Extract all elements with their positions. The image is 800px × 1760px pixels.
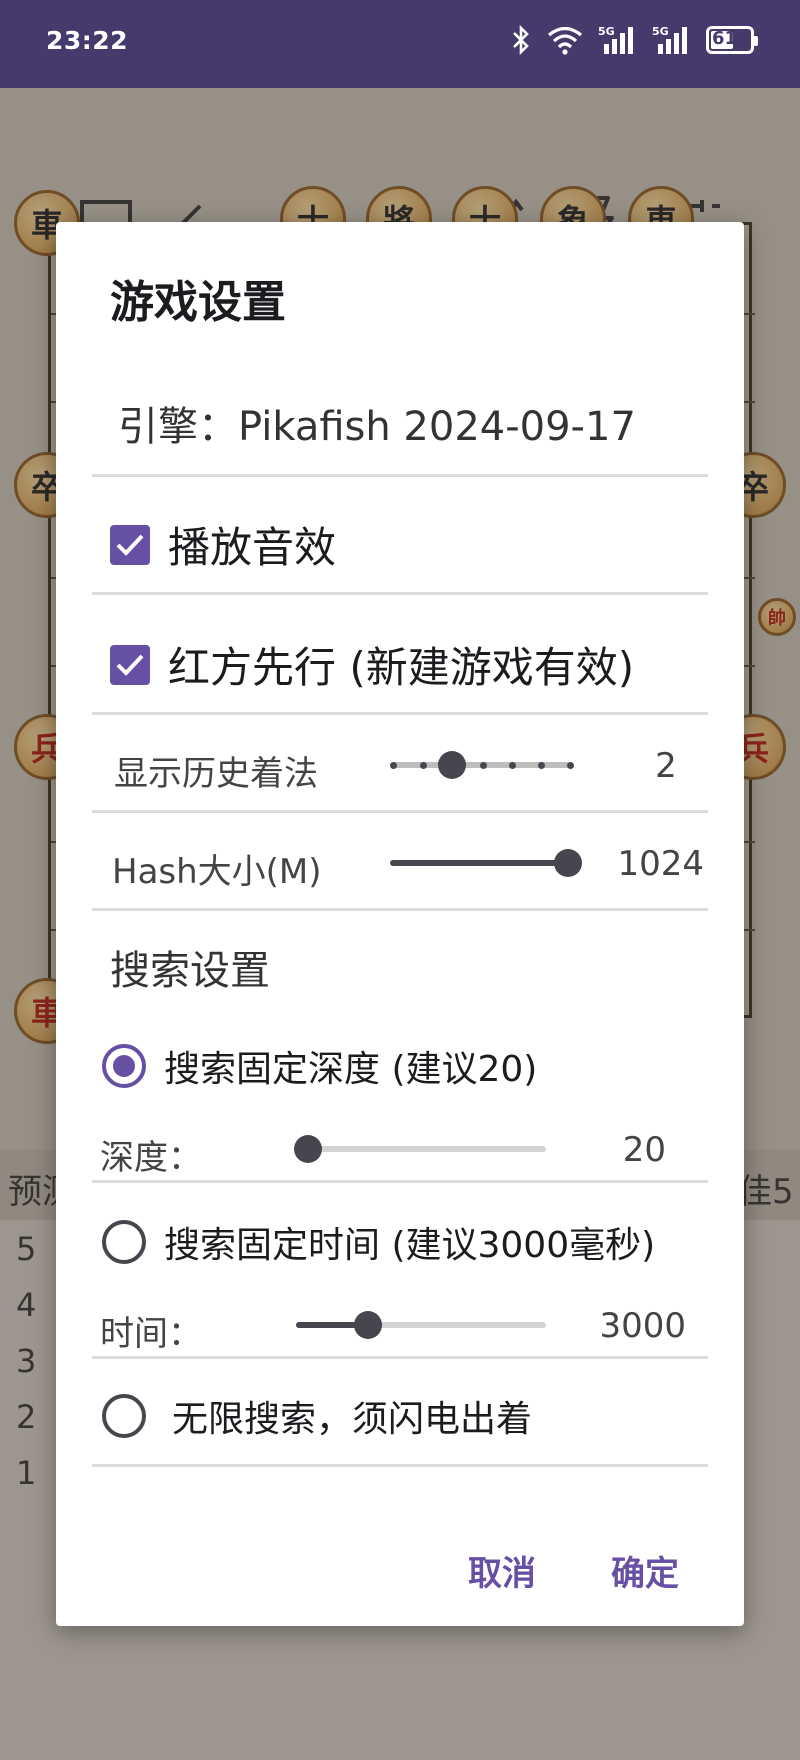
divider (92, 474, 708, 477)
status-bar: 23:22 5G 5G 61 (0, 0, 800, 88)
cancel-button[interactable]: 取消 (468, 1546, 536, 1595)
hash-slider-thumb[interactable] (554, 849, 582, 877)
depth-slider-value: 20 (622, 1130, 666, 1170)
radio-time-label: 搜索固定时间 (建议3000毫秒) (164, 1225, 656, 1266)
divider (92, 1464, 708, 1467)
radio-infinite-row[interactable]: 无限搜索，须闪电出着 (102, 1390, 532, 1442)
hash-slider-track[interactable] (390, 860, 570, 866)
depth-slider-label: 深度： (100, 1138, 202, 1178)
slider-tick (420, 762, 427, 769)
check-icon (116, 534, 144, 556)
radio-depth-label: 搜索固定深度 (建议20) (164, 1049, 538, 1090)
game-settings-dialog: 游戏设置 引擎：Pikafish 2024-09-17 播放音效 红方先行 (新… (56, 222, 744, 1626)
status-time: 23:22 (46, 26, 129, 55)
red-first-checkbox-row[interactable]: 红方先行 (新建游戏有效) (110, 634, 634, 695)
time-slider-thumb[interactable] (354, 1311, 382, 1339)
divider (92, 810, 708, 813)
history-slider-thumb[interactable] (438, 751, 466, 779)
radio-time-row[interactable]: 搜索固定时间 (建议3000毫秒) (102, 1216, 655, 1268)
time-slider-label: 时间： (100, 1314, 202, 1354)
5g-signal-icon: 5G (598, 25, 633, 54)
radio-infinite-label: 无限搜索，须闪电出着 (172, 1399, 533, 1440)
sound-checkbox-label: 播放音效 (168, 523, 337, 572)
search-section-title: 搜索设置 (110, 948, 270, 994)
slider-tick (509, 762, 516, 769)
engine-info: 引擎：Pikafish 2024-09-17 (118, 404, 636, 450)
confirm-button[interactable]: 确定 (611, 1546, 679, 1595)
hash-slider-value: 1024 (617, 844, 704, 884)
battery-level: 61 (712, 28, 738, 49)
divider (92, 1180, 708, 1183)
depth-slider-track[interactable] (296, 1146, 546, 1152)
bluetooth-icon (513, 24, 529, 56)
sound-checkbox[interactable] (110, 524, 150, 565)
slider-tick (567, 762, 574, 769)
svg-text:5G: 5G (598, 25, 615, 38)
svg-text:5G: 5G (652, 25, 669, 38)
wifi-icon (547, 26, 583, 55)
red-first-checkbox-label: 红方先行 (新建游戏有效) (168, 643, 635, 692)
divider (92, 908, 708, 911)
battery-icon: 61 (706, 26, 758, 54)
5g-signal-icon: 5G (652, 25, 687, 54)
time-slider-value: 3000 (599, 1306, 686, 1346)
slider-tick (480, 762, 487, 769)
radio-depth[interactable] (102, 1044, 146, 1088)
dialog-title: 游戏设置 (110, 277, 286, 328)
red-first-checkbox[interactable] (110, 644, 150, 685)
radio-depth-row[interactable]: 搜索固定深度 (建议20) (102, 1040, 537, 1092)
history-slider-value: 2 (655, 746, 677, 786)
slider-tick (390, 762, 397, 769)
depth-slider-thumb[interactable] (294, 1135, 322, 1163)
radio-infinite[interactable] (102, 1394, 146, 1438)
divider (92, 592, 708, 595)
status-icons: 5G 5G 61 (510, 24, 758, 56)
sound-checkbox-row[interactable]: 播放音效 (110, 514, 336, 575)
slider-tick (538, 762, 545, 769)
divider (92, 712, 708, 715)
check-icon (116, 654, 144, 676)
divider (92, 1356, 708, 1359)
history-slider-label: 显示历史着法 (114, 754, 318, 794)
radio-time[interactable] (102, 1220, 146, 1264)
hash-slider-label: Hash大小(M) (112, 852, 322, 892)
